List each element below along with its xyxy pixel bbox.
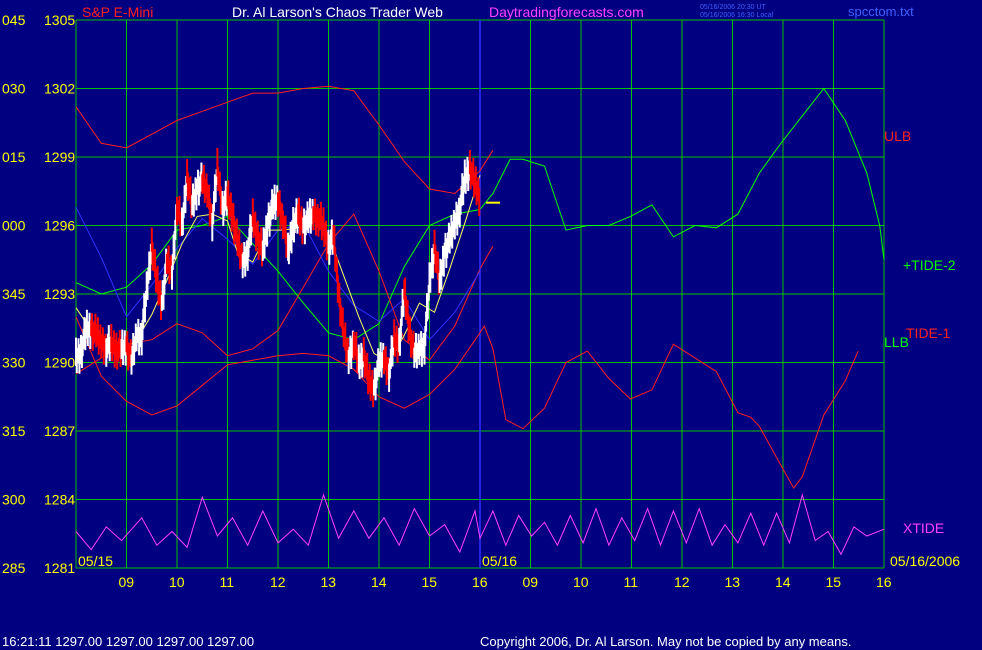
angle-tick-label: 285 bbox=[2, 560, 26, 576]
hour-tick-label: 12 bbox=[270, 574, 286, 590]
hour-tick-label: 13 bbox=[321, 574, 337, 590]
legend-label-xtide: XTIDE bbox=[903, 520, 944, 536]
site-name: Daytradingforecasts.com bbox=[489, 4, 644, 20]
hour-tick-label: 13 bbox=[725, 574, 741, 590]
copyright-notice: Copyright 2006, Dr. Al Larson. May not b… bbox=[480, 634, 851, 649]
date-label: 05/16/2006 bbox=[890, 553, 960, 569]
hour-tick-label: 10 bbox=[169, 574, 185, 590]
angle-tick-label: 300 bbox=[2, 492, 26, 508]
angle-tick-label: 000 bbox=[2, 218, 26, 234]
date-label: 05/16 bbox=[482, 553, 517, 569]
date-label: 05/15 bbox=[78, 553, 113, 569]
chart-title: Dr. Al Larson's Chaos Trader Web bbox=[232, 4, 443, 20]
hour-tick-label: 09 bbox=[119, 574, 135, 590]
legend-label-llb: LLB bbox=[884, 334, 909, 350]
angle-tick-label: 015 bbox=[2, 149, 26, 165]
price-tick-label: 1305 bbox=[44, 12, 75, 28]
angle-tick-label: 030 bbox=[2, 81, 26, 97]
angle-tick-label: 345 bbox=[2, 286, 26, 302]
hour-tick-label: 12 bbox=[674, 574, 690, 590]
legend-label--tide-2: +TIDE-2 bbox=[903, 257, 956, 273]
instrument-label: S&P E-Mini bbox=[82, 4, 153, 20]
price-tick-label: 1284 bbox=[44, 492, 75, 508]
hour-tick-label: 14 bbox=[371, 574, 387, 590]
hour-tick-label: 11 bbox=[220, 574, 235, 590]
angle-tick-label: 315 bbox=[2, 423, 26, 439]
chaos-chart: 045 1305 030 1302 015 1299 000 1296 345 1293 330 12… bbox=[0, 0, 982, 650]
timestamp-local: 05/16/2006 16:30 Local bbox=[700, 12, 774, 19]
legend-label-tide-1: TIDE-1 bbox=[906, 325, 951, 341]
price-tick-label: 1296 bbox=[44, 218, 75, 234]
price-tick-label: 1302 bbox=[44, 81, 75, 97]
hour-tick-label: 10 bbox=[573, 574, 589, 590]
legend-label-ulb: ULB bbox=[884, 128, 911, 144]
hour-tick-label: 16 bbox=[472, 574, 488, 590]
data-file-name: spcctom.txt bbox=[848, 4, 914, 19]
price-tick-label: 1287 bbox=[44, 423, 75, 439]
quote-readout: 16:21:11 1297.00 1297.00 1297.00 1297.00 bbox=[2, 634, 254, 649]
hour-tick-label: 09 bbox=[523, 574, 539, 590]
hour-tick-label: 15 bbox=[826, 574, 842, 590]
hour-tick-label: 11 bbox=[624, 574, 639, 590]
timestamp-ut: 05/16/2006 20:30 UT bbox=[700, 4, 766, 11]
price-tick-label: 1281 bbox=[44, 560, 75, 576]
price-tick-label: 1290 bbox=[44, 355, 75, 371]
price-tick-label: 1293 bbox=[44, 286, 75, 302]
hour-tick-label: 15 bbox=[422, 574, 438, 590]
angle-tick-label: 330 bbox=[2, 355, 26, 371]
price-tick-label: 1299 bbox=[44, 149, 75, 165]
angle-tick-label: 045 bbox=[2, 12, 26, 28]
hour-tick-label: 14 bbox=[775, 574, 791, 590]
hour-tick-label: 16 bbox=[876, 574, 892, 590]
